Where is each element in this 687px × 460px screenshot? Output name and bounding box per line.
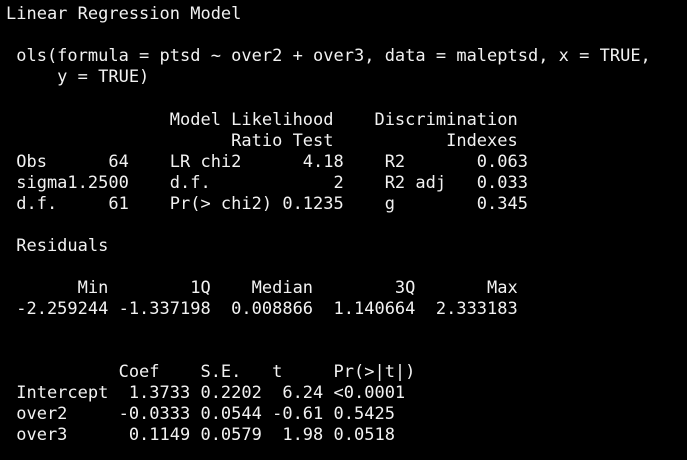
stats-header-1: Model Likelihood Discrimination bbox=[6, 110, 518, 130]
stats-row-obs: Obs 64 LR chi2 4.18 R2 0.063 bbox=[6, 152, 528, 172]
coef-row-over2: over2 -0.0333 0.0544 -0.61 0.5425 bbox=[6, 404, 395, 424]
call-line-1: ols(formula = ptsd ~ over2 + over3, data… bbox=[6, 46, 651, 66]
stats-row-sigma: sigma1.2500 d.f. 2 R2 adj 0.033 bbox=[6, 173, 528, 193]
coef-header: Coef S.E. t Pr(>|t|) bbox=[6, 362, 416, 382]
residuals-values: -2.259244 -1.337198 0.008866 1.140664 2.… bbox=[6, 299, 518, 319]
stats-header-2: Ratio Test Indexes bbox=[6, 131, 518, 151]
coef-row-intercept: Intercept 1.3733 0.2202 6.24 <0.0001 bbox=[6, 383, 406, 403]
residuals-label: Residuals bbox=[6, 236, 109, 256]
model-title: Linear Regression Model bbox=[6, 4, 242, 24]
stats-row-df: d.f. 61 Pr(> chi2) 0.1235 g 0.345 bbox=[6, 194, 528, 214]
coef-row-over3: over3 0.1149 0.0579 1.98 0.0518 bbox=[6, 425, 395, 445]
call-line-2: y = TRUE) bbox=[6, 67, 150, 87]
residuals-header: Min 1Q Median 3Q Max bbox=[6, 278, 518, 298]
r-console-output: Linear Regression Model ols(formula = pt… bbox=[0, 0, 687, 460]
